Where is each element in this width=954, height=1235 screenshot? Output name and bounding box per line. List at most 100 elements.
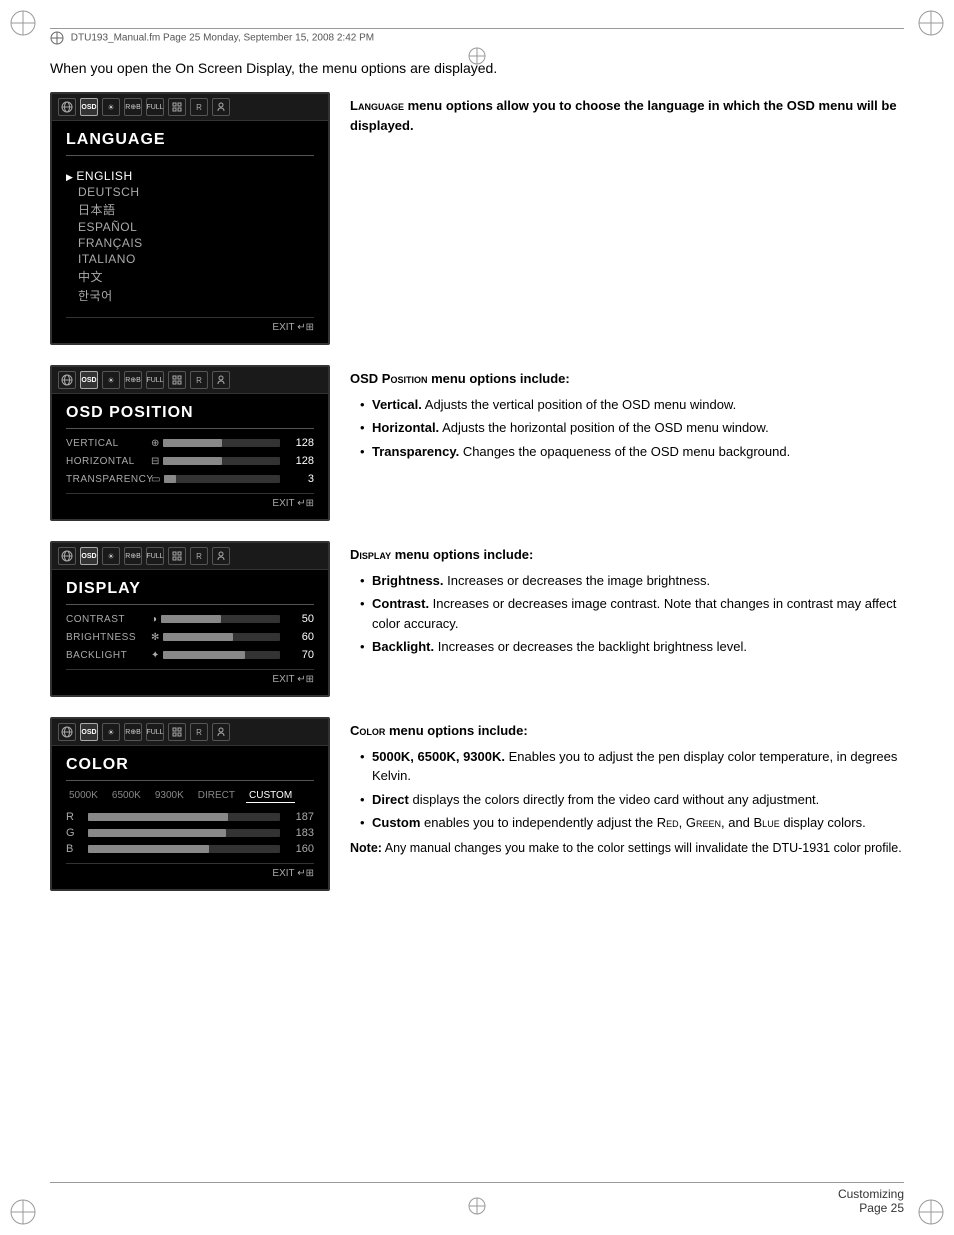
tb4-sun: ☀ xyxy=(102,723,120,741)
bullet-contrast: Contrast. Increases or decreases image c… xyxy=(358,594,904,633)
osd-position-section: OSD ☀ R⊕B FULL R OSD POSITION VERTICAL ⊕ xyxy=(50,365,904,521)
color-note: Note: Any manual changes you make to the… xyxy=(350,839,904,858)
r-label: R xyxy=(66,811,82,823)
transparency-fill xyxy=(164,475,176,483)
brightness-slider-row: BRIGHTNESS ✻ 60 xyxy=(66,631,314,643)
display-title: DISPLAY xyxy=(66,580,314,605)
lang-item-english: ENGLISH xyxy=(66,168,314,184)
bullet-horizontal: Horizontal. Adjusts the horizontal posit… xyxy=(358,418,904,438)
color-section: OSD ☀ R⊕B FULL R COLOR 5000K 6500K 9300K… xyxy=(50,717,904,891)
language-osd-body: LANGUAGE ENGLISH DEUTSCH 日本語 ESPAÑOL FRA… xyxy=(52,121,328,343)
brightness-bar xyxy=(163,633,280,641)
osd-sliders: VERTICAL ⊕ 128 HORIZONTAL xyxy=(66,437,314,485)
display-section: OSD ☀ R⊕B FULL R DISPLAY CONTRAST ◑ xyxy=(50,541,904,697)
horizontal-label: HORIZONTAL xyxy=(66,456,151,467)
color-exit: EXIT ↵⊞ xyxy=(66,863,314,879)
top-center-mark xyxy=(467,46,487,69)
b-value: 160 xyxy=(286,843,314,855)
lang-item-japanese: 日本語 xyxy=(66,200,314,219)
vertical-bar xyxy=(163,439,280,447)
transparency-value: 3 xyxy=(286,473,314,485)
language-menu-title: LANGUAGE xyxy=(66,131,314,156)
tb3-osd: OSD xyxy=(80,547,98,565)
g-slider-row: G 183 xyxy=(66,827,314,839)
r-fill xyxy=(88,813,228,821)
r-slider-row: R 187 xyxy=(66,811,314,823)
osd-position-exit: EXIT ↵⊞ xyxy=(66,493,314,509)
language-section: OSD ☀ R⊕B FULL R LANGUAGE ENGLISH DEUTSC… xyxy=(50,92,904,345)
display-body: DISPLAY CONTRAST ◑ 50 xyxy=(52,570,328,695)
tb2-r: R xyxy=(190,371,208,389)
tb3-color: R⊕B xyxy=(124,547,142,565)
tb4-full: FULL xyxy=(146,723,164,741)
osd-position-title: OSD POSITION xyxy=(66,404,314,429)
bullet-backlight: Backlight. Increases or decreases the ba… xyxy=(358,637,904,657)
file-header-left: DTU193_Manual.fm Page 25 Monday, Septemb… xyxy=(50,31,374,45)
tb3-globe xyxy=(58,547,76,565)
tb2-person xyxy=(212,371,230,389)
lang-item-francais: FRANÇAIS xyxy=(66,235,314,251)
color-osd-screen: OSD ☀ R⊕B FULL R COLOR 5000K 6500K 9300K… xyxy=(50,717,330,891)
lang-item-espanol: ESPAÑOL xyxy=(66,219,314,235)
tb4-person xyxy=(212,723,230,741)
color-toolbar: OSD ☀ R⊕B FULL R xyxy=(52,719,328,746)
transparency-label: TRANSPARENCY xyxy=(66,474,151,485)
main-content: When you open the On Screen Display, the… xyxy=(50,60,904,1175)
lang-item-italiano: ITALIANO xyxy=(66,251,314,267)
tb2-color: R⊕B xyxy=(124,371,142,389)
lang-item-korean: 한국어 xyxy=(66,286,314,305)
g-bar xyxy=(88,829,280,837)
toolbar-full-icon: FULL xyxy=(146,98,164,116)
brightness-fill xyxy=(163,633,233,641)
backlight-fill xyxy=(163,651,245,659)
brightness-label: BRIGHTNESS xyxy=(66,632,151,643)
corner-mark-tl xyxy=(8,8,38,38)
vertical-fill xyxy=(163,439,221,447)
tb4-grid xyxy=(168,723,186,741)
tb2-osd: OSD xyxy=(80,371,98,389)
toolbar-color-icon: R⊕B xyxy=(124,98,142,116)
display-bullets: Brightness. Increases or decreases the i… xyxy=(350,571,904,657)
backlight-slider-row: BACKLIGHT ✦ 70 xyxy=(66,649,314,661)
backlight-label: BACKLIGHT xyxy=(66,650,151,661)
tb4-color: R⊕B xyxy=(124,723,142,741)
osd-position-toolbar: OSD ☀ R⊕B FULL R xyxy=(52,367,328,394)
tab-direct: DIRECT xyxy=(195,789,238,803)
transparency-slider-row: TRANSPARENCY ▭ 3 xyxy=(66,473,314,485)
backlight-icon: ✦ xyxy=(151,650,159,661)
tb4-osd: OSD xyxy=(80,723,98,741)
osd-position-osd-screen: OSD ☀ R⊕B FULL R OSD POSITION VERTICAL ⊕ xyxy=(50,365,330,521)
transparency-bar xyxy=(164,475,280,483)
horizontal-bar xyxy=(163,457,280,465)
color-bullets: 5000K, 6500K, 9300K. Enables you to adju… xyxy=(350,747,904,833)
vertical-icon: ⊕ xyxy=(151,438,159,449)
bullet-transparency: Transparency. Changes the opaqueness of … xyxy=(358,442,904,462)
bullet-kelvin: 5000K, 6500K, 9300K. Enables you to adju… xyxy=(358,747,904,786)
brightness-icon: ✻ xyxy=(151,632,159,643)
backlight-value: 70 xyxy=(286,649,314,661)
horizontal-fill xyxy=(163,457,221,465)
osd-position-description: OSD Position menu options include: Verti… xyxy=(350,365,904,465)
color-tabs: 5000K 6500K 9300K DIRECT CUSTOM xyxy=(66,789,314,803)
b-bar xyxy=(88,845,280,853)
language-heading: Language menu options allow you to choos… xyxy=(350,96,904,135)
bullet-direct: Direct displays the colors directly from… xyxy=(358,790,904,810)
language-osd-screen: OSD ☀ R⊕B FULL R LANGUAGE ENGLISH DEUTSC… xyxy=(50,92,330,345)
tab-6500k: 6500K xyxy=(109,789,144,803)
language-osd-toolbar: OSD ☀ R⊕B FULL R xyxy=(52,94,328,121)
vertical-value: 128 xyxy=(286,437,314,449)
horizontal-value: 128 xyxy=(286,455,314,467)
contrast-fill xyxy=(161,615,220,623)
lang-item-chinese: 中文 xyxy=(66,267,314,286)
toolbar-grid-icon xyxy=(168,98,186,116)
tb3-grid xyxy=(168,547,186,565)
contrast-icon: ◑ xyxy=(151,614,157,625)
tb2-full: FULL xyxy=(146,371,164,389)
b-label: B xyxy=(66,843,82,855)
language-description: Language menu options allow you to choos… xyxy=(350,92,904,141)
vertical-label: VERTICAL xyxy=(66,438,151,449)
display-osd-screen: OSD ☀ R⊕B FULL R DISPLAY CONTRAST ◑ xyxy=(50,541,330,697)
horizontal-icon: ⊟ xyxy=(151,456,159,467)
tb2-sun: ☀ xyxy=(102,371,120,389)
contrast-value: 50 xyxy=(286,613,314,625)
